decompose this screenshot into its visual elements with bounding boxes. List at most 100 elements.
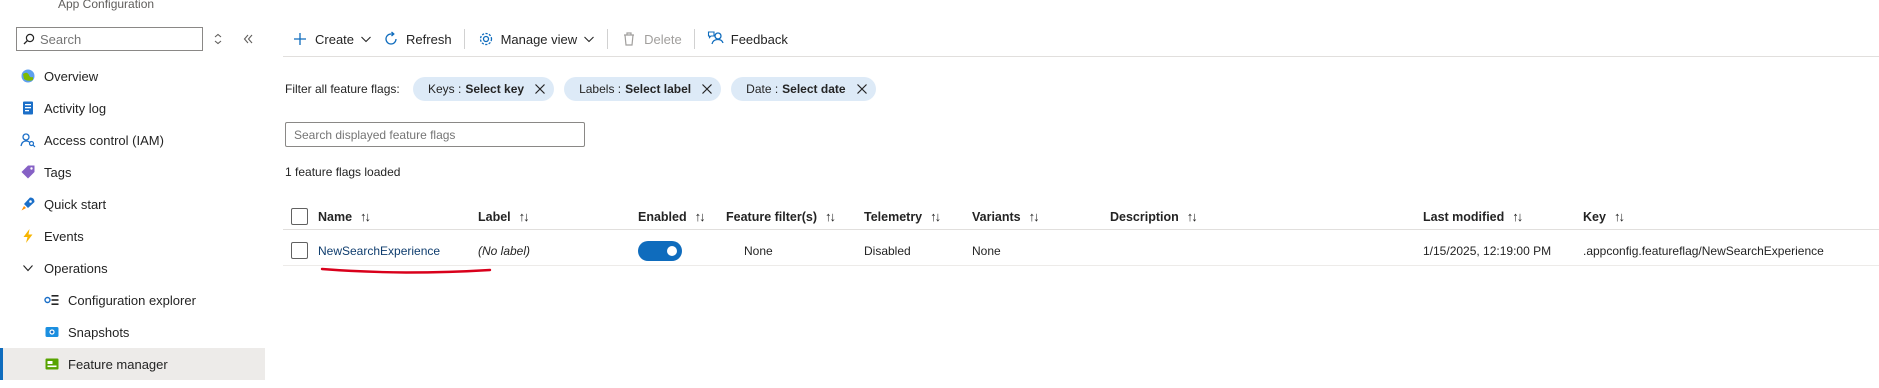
sidebar-item-activity-log[interactable]: Activity log — [0, 92, 265, 124]
toolbar-divider — [693, 29, 695, 49]
column-header-label-col[interactable]: Label ↑↓ — [478, 204, 530, 229]
sidebar-search-input[interactable] — [40, 31, 190, 47]
sort-icon[interactable]: ↑↓ — [930, 209, 941, 224]
sidebar-group-operations[interactable]: Operations — [0, 252, 265, 284]
search-feature-flags-input[interactable] — [285, 122, 585, 147]
sort-icon[interactable]: ↑↓ — [360, 209, 371, 224]
filter-pill-labels[interactable]: Labels : Select label — [564, 77, 722, 101]
column-header-name[interactable]: Name ↑↓ — [318, 204, 371, 229]
last-modified-value: 1/15/2025, 12:19:00 PM — [1423, 243, 1552, 258]
feature-flag-label: (No label) — [478, 243, 531, 258]
create-label: Create — [315, 31, 355, 47]
key-value: .appconfig.featureflag/NewSearchExperien… — [1583, 243, 1824, 258]
sidebar-group-label: Operations — [44, 260, 108, 276]
quick-start-icon — [20, 196, 36, 212]
sort-icon[interactable]: ↑↓ — [695, 209, 706, 224]
filter-label: Filter all feature flags: — [285, 82, 400, 96]
feedback-button[interactable]: Feedback — [699, 26, 796, 52]
chevron-down-icon[interactable] — [20, 260, 36, 276]
delete-button[interactable]: Delete — [612, 26, 690, 52]
table-row[interactable]: NewSearchExperience (No label) None Disa… — [283, 236, 1879, 266]
close-icon[interactable] — [533, 82, 547, 96]
sidebar-item-configuration-explorer[interactable]: Configuration explorer — [0, 284, 265, 316]
expand-collapse-icon[interactable] — [209, 30, 227, 48]
select-all-checkbox[interactable] — [291, 204, 308, 229]
config-explorer-icon — [44, 292, 60, 308]
column-header-label: Variants — [972, 209, 1021, 224]
sort-icon[interactable]: ↑↓ — [825, 209, 836, 224]
refresh-label: Refresh — [406, 31, 452, 47]
sort-icon[interactable]: ↑↓ — [1512, 209, 1523, 224]
collapse-sidebar-icon[interactable] — [239, 30, 257, 48]
sidebar: Overview Activity log Access control (IA… — [0, 0, 265, 388]
refresh-button[interactable]: Refresh — [380, 26, 460, 52]
gear-icon — [477, 30, 495, 48]
feedback-label: Feedback — [730, 31, 788, 47]
column-header-feature-filters[interactable]: Feature filter(s) ↑↓ — [726, 204, 836, 229]
column-header-label: Feature filter(s) — [726, 209, 817, 224]
pill-name: Date : — [746, 82, 779, 96]
checkbox[interactable] — [291, 242, 308, 259]
row-select-checkbox[interactable] — [291, 236, 308, 265]
pill-name: Labels : — [579, 82, 622, 96]
filter-pills: Keys : Select key Labels : Select label Da… — [413, 77, 886, 101]
column-header-label: Key — [1583, 209, 1606, 224]
refresh-icon — [382, 30, 400, 48]
tag-icon — [20, 164, 36, 180]
feature-manager-icon — [44, 356, 60, 372]
sidebar-item-label: Events — [44, 228, 84, 244]
manage-view-label: Manage view — [500, 31, 578, 47]
sort-icon[interactable]: ↑↓ — [1029, 209, 1040, 224]
sidebar-item-quick-start[interactable]: Quick start — [0, 188, 265, 220]
close-icon[interactable] — [855, 82, 869, 96]
column-header-label: Telemetry — [864, 209, 923, 224]
filter-pill-date[interactable]: Date : Select date — [731, 77, 876, 101]
toolbar-divider — [463, 29, 465, 49]
column-header-variants[interactable]: Variants ↑↓ — [972, 204, 1040, 229]
feature-flag-name[interactable]: NewSearchExperience — [318, 236, 440, 265]
sidebar-item-label: Feature manager — [68, 356, 168, 372]
red-underline-annotation — [320, 267, 492, 274]
sort-icon[interactable]: ↑↓ — [1614, 209, 1625, 224]
sort-icon[interactable]: ↑↓ — [1187, 209, 1198, 224]
column-header-label: Enabled — [638, 209, 687, 224]
sort-icon[interactable]: ↑↓ — [519, 209, 530, 224]
column-header-label: Last modified — [1423, 209, 1505, 224]
column-header-key[interactable]: Key ↑↓ — [1583, 204, 1625, 229]
feature-filters-value: None — [744, 243, 773, 258]
toggle-switch[interactable] — [638, 240, 682, 261]
create-button[interactable]: Create — [283, 26, 380, 52]
sidebar-item-snapshots[interactable]: Snapshots — [0, 316, 265, 348]
pill-name: Keys : — [428, 82, 462, 96]
variants-value: None — [972, 243, 1001, 258]
plus-icon — [291, 30, 309, 48]
sidebar-item-access-control[interactable]: Access control (IAM) — [0, 124, 265, 156]
manage-view-button[interactable]: Manage view — [469, 26, 604, 52]
filter-pill-keys[interactable]: Keys : Select key — [413, 77, 555, 101]
checkbox[interactable] — [291, 208, 308, 225]
toolbar-divider — [607, 29, 609, 49]
sidebar-item-overview[interactable]: Overview — [0, 60, 265, 92]
column-header-last-modified[interactable]: Last modified ↑↓ — [1423, 204, 1523, 229]
sidebar-item-label: Overview — [44, 68, 99, 84]
chevron-down-icon — [583, 32, 595, 47]
telemetry-value: Disabled — [864, 243, 911, 258]
sidebar-item-label: Configuration explorer — [68, 292, 196, 308]
column-header-label: Description — [1110, 209, 1179, 224]
column-header-description[interactable]: Description ↑↓ — [1110, 204, 1198, 229]
sidebar-item-label: Activity log — [44, 100, 107, 116]
sidebar-search[interactable] — [16, 27, 203, 51]
toggle-knob — [667, 245, 677, 256]
sidebar-item-tags[interactable]: Tags — [0, 156, 265, 188]
delete-label: Delete — [644, 31, 682, 47]
loaded-status: 1 feature flags loaded — [285, 165, 401, 179]
enabled-toggle[interactable] — [638, 236, 682, 265]
sidebar-item-feature-manager[interactable]: Feature manager — [0, 348, 265, 380]
sidebar-item-events[interactable]: Events — [0, 220, 265, 252]
search-icon — [23, 33, 35, 45]
sidebar-item-label: Quick start — [44, 196, 107, 212]
close-icon[interactable] — [700, 82, 714, 96]
column-header-telemetry[interactable]: Telemetry ↑↓ — [864, 204, 941, 229]
table-header: Name ↑↓ Label ↑↓ Enabled ↑↓ Feature filter(… — [283, 204, 1879, 230]
column-header-enabled[interactable]: Enabled ↑↓ — [638, 204, 706, 229]
